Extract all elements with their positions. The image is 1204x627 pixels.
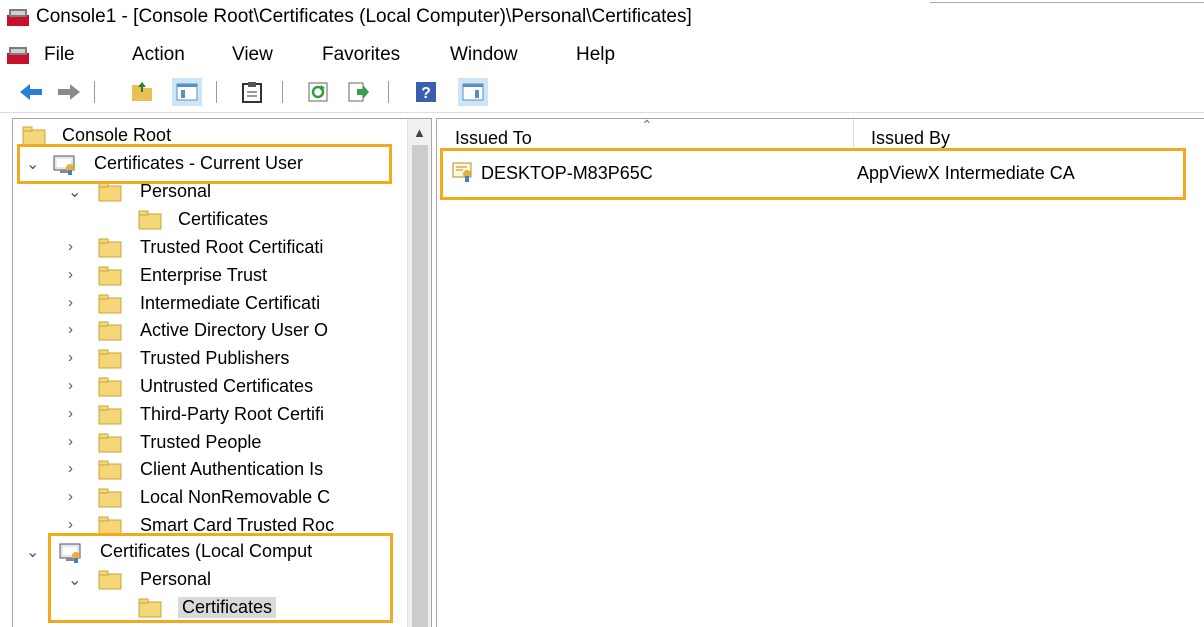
tree-node-label: Local NonRemovable C bbox=[140, 487, 331, 508]
column-issued-to[interactable]: ⌃ Issued To bbox=[437, 117, 853, 151]
help-icon[interactable]: ? bbox=[414, 80, 438, 104]
tree-node-label: Certificates bbox=[178, 209, 269, 229]
toolbar-separator bbox=[216, 81, 217, 103]
folder-icon bbox=[98, 294, 122, 319]
up-folder-icon[interactable] bbox=[130, 80, 154, 104]
toolbar-separator bbox=[282, 81, 283, 103]
cell-issued-by: AppViewX Intermediate CA bbox=[857, 163, 1075, 183]
folder-icon bbox=[98, 516, 122, 541]
show-hide-console-tree-icon[interactable] bbox=[172, 78, 202, 106]
tree-node-label: Trusted Publishers bbox=[140, 348, 290, 369]
menu-file[interactable]: File bbox=[44, 44, 75, 66]
tree-node-label: Personal bbox=[140, 569, 212, 589]
system-menu-icon[interactable] bbox=[6, 45, 30, 70]
toolbar: ? bbox=[0, 72, 1204, 113]
tree-node-label: Untrusted Certificates bbox=[140, 376, 314, 396]
menu-help[interactable]: Help bbox=[576, 44, 615, 66]
results-pane[interactable]: ⌃ Issued To Issued By DESKTOP-M83P65C Ap… bbox=[436, 117, 1204, 627]
tree-node-label: Client Authentication Is bbox=[140, 459, 324, 480]
menu-action[interactable]: Action bbox=[132, 44, 185, 66]
folder-icon bbox=[98, 488, 122, 513]
back-arrow-icon[interactable] bbox=[18, 80, 42, 104]
sort-ascending-icon: ⌃ bbox=[641, 117, 653, 133]
folder-icon bbox=[22, 126, 46, 151]
scroll-thumb[interactable] bbox=[412, 145, 428, 627]
tree-node-label: Console Root bbox=[62, 125, 172, 145]
tree-node-label: Certificates bbox=[178, 597, 277, 618]
certificate-icon bbox=[451, 161, 475, 188]
show-hide-action-pane-icon[interactable] bbox=[458, 78, 488, 106]
tree-node-label: Certificates (Local Comput bbox=[100, 541, 313, 561]
certificates-snapin-icon bbox=[58, 542, 84, 569]
tree-node-label: Enterprise Trust bbox=[140, 264, 268, 285]
forward-arrow-icon[interactable] bbox=[56, 80, 80, 104]
column-header-label: Issued By bbox=[871, 128, 951, 148]
chevron-right-icon[interactable]: › bbox=[68, 516, 82, 533]
folder-icon bbox=[98, 321, 122, 346]
folder-icon bbox=[98, 377, 122, 402]
title-bar: Console1 - [Console Root\Certificates (L… bbox=[0, 0, 1204, 34]
chevron-right-icon[interactable]: › bbox=[68, 460, 82, 477]
tree-node-label: Personal bbox=[140, 181, 212, 201]
menu-favorites[interactable]: Favorites bbox=[322, 44, 400, 66]
chevron-right-icon[interactable]: › bbox=[68, 349, 82, 366]
folder-icon bbox=[98, 460, 122, 485]
tree-node-label: Trusted Root Certificati bbox=[140, 237, 324, 257]
folder-icon bbox=[98, 182, 122, 207]
menu-bar: File Action View Favorites Window Help bbox=[0, 36, 1204, 72]
chevron-down-icon[interactable]: ⌄ bbox=[26, 154, 40, 174]
folder-icon bbox=[98, 266, 122, 291]
chevron-right-icon[interactable]: › bbox=[68, 238, 82, 255]
tree-scrollbar[interactable]: ▲ bbox=[407, 119, 431, 627]
folder-icon bbox=[98, 433, 122, 458]
chevron-right-icon[interactable]: › bbox=[68, 377, 82, 394]
cell-issued-to: DESKTOP-M83P65C bbox=[481, 163, 653, 183]
chevron-right-icon[interactable]: › bbox=[68, 321, 82, 338]
folder-icon bbox=[98, 405, 122, 430]
chevron-right-icon[interactable]: › bbox=[68, 266, 82, 283]
export-list-icon[interactable] bbox=[240, 80, 264, 104]
chevron-right-icon[interactable]: › bbox=[68, 488, 82, 505]
title-divider bbox=[930, 2, 1204, 3]
certificates-snapin-icon bbox=[52, 154, 78, 181]
refresh-icon[interactable] bbox=[306, 80, 330, 104]
mmc-app-icon[interactable] bbox=[6, 7, 30, 32]
window-title: Console1 - [Console Root\Certificates (L… bbox=[36, 6, 692, 27]
toolbar-separator bbox=[94, 81, 95, 103]
column-header-label: Issued To bbox=[455, 128, 532, 148]
folder-icon bbox=[98, 238, 122, 263]
tree-node-label: Active Directory User O bbox=[140, 320, 329, 341]
folder-icon bbox=[138, 210, 162, 235]
svg-text:?: ? bbox=[421, 85, 431, 102]
folder-icon bbox=[98, 349, 122, 374]
folder-icon bbox=[138, 598, 162, 623]
chevron-down-icon[interactable]: ⌄ bbox=[26, 542, 40, 562]
scroll-up-arrow-icon[interactable]: ▲ bbox=[413, 125, 426, 140]
export-icon[interactable] bbox=[346, 80, 370, 104]
chevron-right-icon[interactable]: › bbox=[68, 405, 82, 422]
chevron-down-icon[interactable]: ⌄ bbox=[68, 182, 82, 202]
tree-node-label: Smart Card Trusted Roc bbox=[140, 515, 335, 535]
toolbar-separator bbox=[388, 81, 389, 103]
menu-window[interactable]: Window bbox=[450, 44, 518, 66]
tree-node-label: Intermediate Certificati bbox=[140, 292, 321, 313]
table-row[interactable]: DESKTOP-M83P65C AppViewX Intermediate CA bbox=[441, 151, 1181, 193]
column-issued-by[interactable]: Issued By bbox=[853, 119, 1204, 151]
tree-node-label: Certificates - Current User bbox=[94, 153, 304, 173]
folder-icon bbox=[98, 570, 122, 595]
chevron-right-icon[interactable]: › bbox=[68, 294, 82, 311]
menu-view[interactable]: View bbox=[232, 44, 273, 66]
tree-node-label: Trusted People bbox=[140, 431, 262, 452]
chevron-right-icon[interactable]: › bbox=[68, 433, 82, 450]
chevron-down-icon[interactable]: ⌄ bbox=[68, 570, 82, 590]
tree-node-label: Third-Party Root Certifi bbox=[140, 403, 325, 424]
